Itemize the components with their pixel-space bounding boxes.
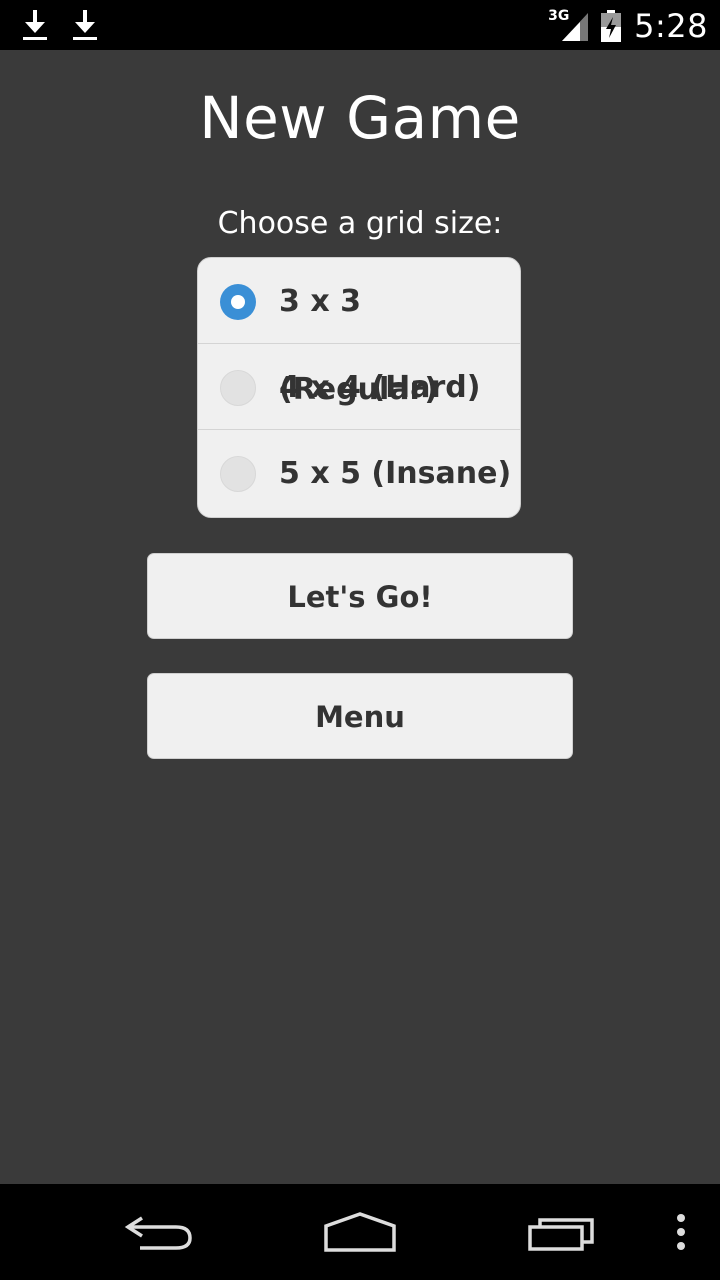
menu-button[interactable]: Menu bbox=[147, 673, 573, 759]
lets-go-button[interactable]: Let's Go! bbox=[147, 553, 573, 639]
back-icon[interactable] bbox=[124, 1210, 196, 1254]
clock: 5:28 bbox=[634, 7, 708, 45]
download-icon bbox=[23, 10, 47, 40]
signal-icon: 3G bbox=[548, 8, 590, 43]
grid-option-3x3[interactable]: 3 x 3 (Regular) bbox=[198, 258, 520, 407]
grid-option-4x4[interactable]: 4 x 4 (Hard) bbox=[198, 344, 520, 430]
grid-size-radio-group: 3 x 3 (Regular) 4 x 4 (Hard) 5 x 5 (Insa… bbox=[197, 257, 521, 518]
radio-button-checked[interactable] bbox=[220, 284, 256, 320]
grid-option-5x5[interactable]: 5 x 5 (Insane) bbox=[198, 430, 520, 516]
navigation-bar bbox=[0, 1184, 720, 1280]
recents-icon[interactable] bbox=[526, 1210, 598, 1254]
notification-icons bbox=[22, 8, 98, 42]
grid-option-label: 5 x 5 (Insane) bbox=[279, 456, 512, 491]
network-type-label: 3G bbox=[548, 8, 570, 24]
battery-charging-icon bbox=[601, 10, 622, 42]
grid-option-label: 4 x 4 (Hard) bbox=[279, 370, 481, 405]
system-icons: 3G 5:28 bbox=[548, 6, 708, 46]
home-icon[interactable] bbox=[322, 1210, 398, 1254]
page-title: New Game bbox=[199, 84, 521, 152]
main-content: New Game Choose a grid size: 3 x 3 (Regu… bbox=[0, 50, 720, 1184]
radio-button[interactable] bbox=[220, 456, 256, 492]
radio-button[interactable] bbox=[220, 370, 256, 406]
grid-size-prompt: Choose a grid size: bbox=[217, 206, 503, 241]
status-bar: 3G 5:28 bbox=[0, 0, 720, 50]
overflow-menu-icon[interactable] bbox=[668, 1210, 694, 1254]
screen: 3G 5:28 New Game Choose a grid size: 3 x… bbox=[0, 0, 720, 1280]
download-icon bbox=[73, 10, 97, 40]
